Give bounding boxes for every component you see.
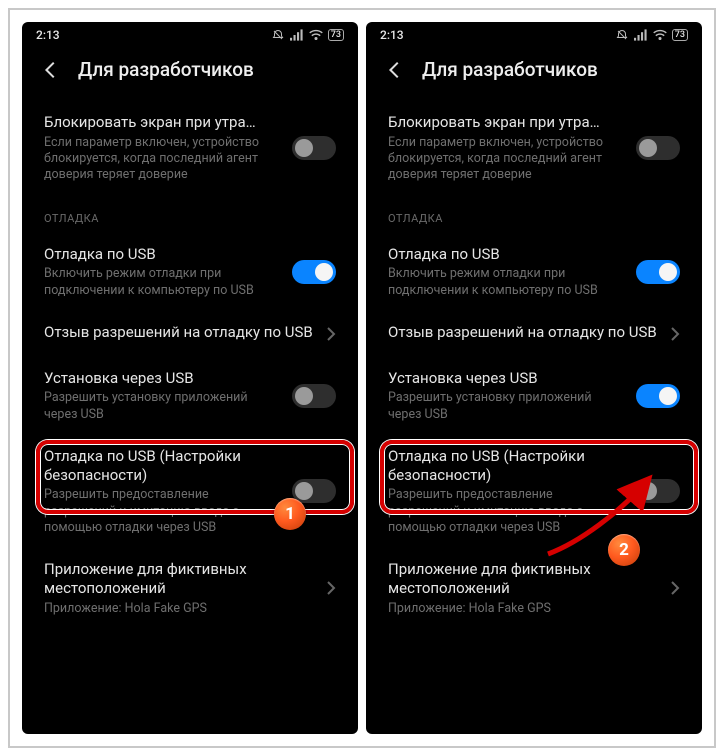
row-install-usb[interactable]: Установка через USB Разрешить установку … bbox=[368, 357, 700, 435]
row-title: Установка через USB bbox=[388, 369, 626, 388]
row-desc: Разрешить установку приложений через USB bbox=[388, 390, 626, 423]
back-icon[interactable] bbox=[40, 59, 62, 81]
row-title: Блокировать экран при утра… bbox=[44, 113, 282, 132]
row-title: Отладка по USB bbox=[44, 245, 282, 264]
header: Для разработчиков bbox=[22, 48, 358, 101]
status-time: 2:13 bbox=[36, 28, 60, 42]
row-mock-location[interactable]: Приложение для фиктивных местоположений … bbox=[368, 548, 700, 629]
row-desc: Разрешить предоставление разрешений и им… bbox=[44, 487, 282, 536]
row-desc: Разрешить предоставление разрешений и им… bbox=[388, 487, 626, 536]
battery-percent: 73 bbox=[672, 29, 688, 41]
status-bar: 2:13 73 bbox=[366, 22, 702, 48]
toggle-lock-screen[interactable] bbox=[636, 136, 680, 160]
row-desc: Если параметр включен, устройство блокир… bbox=[388, 135, 626, 184]
toggle-install-usb[interactable] bbox=[636, 384, 680, 408]
row-desc: Если параметр включен, устройство блокир… bbox=[44, 135, 282, 184]
row-desc: Разрешить установку приложений через USB bbox=[44, 390, 282, 423]
comparison-canvas: 2:13 73 Для разработчиков Блокировать эк… bbox=[8, 8, 716, 748]
row-title: Приложение для фиктивных местоположений bbox=[44, 560, 316, 598]
battery-icon: 73 bbox=[328, 29, 344, 41]
battery-icon: 73 bbox=[672, 29, 688, 41]
row-title: Отзыв разрешений на отладку по USB bbox=[388, 323, 660, 342]
page-title: Для разработчиков bbox=[78, 58, 254, 81]
wifi-icon bbox=[309, 29, 323, 41]
signal-icon bbox=[290, 29, 304, 41]
row-install-usb[interactable]: Установка через USB Разрешить установку … bbox=[24, 357, 356, 435]
chevron-right-icon bbox=[326, 326, 336, 342]
chevron-right-icon bbox=[670, 580, 680, 596]
row-desc: Включить режим отладки при подключении к… bbox=[44, 266, 282, 299]
row-title: Отладка по USB bbox=[388, 245, 626, 264]
row-title: Приложение для фиктивных местоположений bbox=[388, 560, 660, 598]
back-icon[interactable] bbox=[384, 59, 406, 81]
page-title: Для разработчиков bbox=[422, 58, 598, 81]
toggle-usb-security[interactable] bbox=[292, 479, 336, 503]
row-revoke-permissions[interactable]: Отзыв разрешений на отладку по USB bbox=[368, 311, 700, 357]
dnd-icon bbox=[615, 29, 629, 41]
battery-percent: 73 bbox=[328, 29, 344, 41]
row-usb-security[interactable]: Отладка по USB (Настройки безопасности) … bbox=[368, 435, 700, 548]
row-title: Отзыв разрешений на отладку по USB bbox=[44, 323, 316, 342]
row-mock-location[interactable]: Приложение для фиктивных местоположений … bbox=[24, 548, 356, 629]
toggle-usb-debug[interactable] bbox=[636, 260, 680, 284]
toggle-usb-debug[interactable] bbox=[292, 260, 336, 284]
section-label-debug: ОТЛАДКА bbox=[368, 196, 700, 233]
phone-left: 2:13 73 Для разработчиков Блокировать эк… bbox=[22, 22, 358, 734]
row-lock-screen[interactable]: Блокировать экран при утра… Если парамет… bbox=[24, 101, 356, 196]
row-revoke-permissions[interactable]: Отзыв разрешений на отладку по USB bbox=[24, 311, 356, 357]
wifi-icon bbox=[653, 29, 667, 41]
row-desc: Приложение: Hola Fake GPS bbox=[388, 601, 660, 617]
row-usb-debug[interactable]: Отладка по USB Включить режим отладки пр… bbox=[24, 233, 356, 311]
chevron-right-icon bbox=[670, 326, 680, 342]
status-icons: 73 bbox=[271, 29, 344, 41]
row-title: Установка через USB bbox=[44, 369, 282, 388]
settings-list[interactable]: Блокировать экран при утра… Если парамет… bbox=[22, 101, 358, 734]
status-bar: 2:13 73 bbox=[22, 22, 358, 48]
toggle-install-usb[interactable] bbox=[292, 384, 336, 408]
row-usb-debug[interactable]: Отладка по USB Включить режим отладки пр… bbox=[368, 233, 700, 311]
phone-right: 2:13 73 Для разработчиков Блокировать эк… bbox=[366, 22, 702, 734]
toggle-lock-screen[interactable] bbox=[292, 136, 336, 160]
section-label-debug: ОТЛАДКА bbox=[24, 196, 356, 233]
row-desc: Приложение: Hola Fake GPS bbox=[44, 601, 316, 617]
dnd-icon bbox=[271, 29, 285, 41]
signal-icon bbox=[634, 29, 648, 41]
status-time: 2:13 bbox=[380, 28, 404, 42]
row-title: Отладка по USB (Настройки безопасности) bbox=[388, 447, 626, 485]
row-title: Отладка по USB (Настройки безопасности) bbox=[44, 447, 282, 485]
chevron-right-icon bbox=[326, 580, 336, 596]
settings-list[interactable]: Блокировать экран при утра… Если парамет… bbox=[366, 101, 702, 734]
header: Для разработчиков bbox=[366, 48, 702, 101]
toggle-usb-security[interactable] bbox=[636, 479, 680, 503]
status-icons: 73 bbox=[615, 29, 688, 41]
row-lock-screen[interactable]: Блокировать экран при утра… Если парамет… bbox=[368, 101, 700, 196]
row-title: Блокировать экран при утра… bbox=[388, 113, 626, 132]
row-usb-security[interactable]: Отладка по USB (Настройки безопасности) … bbox=[24, 435, 356, 548]
row-desc: Включить режим отладки при подключении к… bbox=[388, 266, 626, 299]
